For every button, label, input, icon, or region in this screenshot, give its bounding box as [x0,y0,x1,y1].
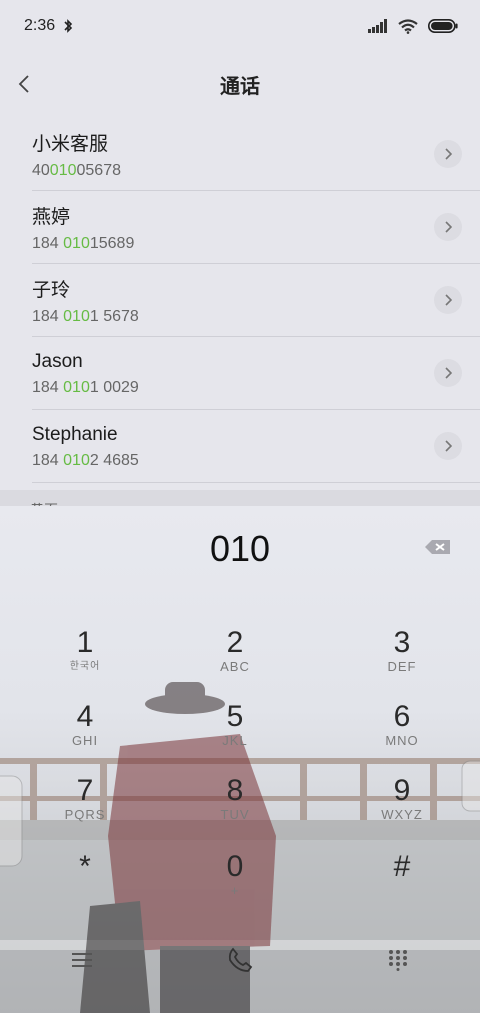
dial-input[interactable]: 010 [0,524,480,574]
contact-number: 184 0102 4685 [32,452,480,470]
key-0[interactable]: 0 + [175,850,295,912]
contact-item[interactable]: 小米客服 4001005678 [0,118,480,191]
key-4[interactable]: 4 GHI [25,700,145,762]
contact-item[interactable]: 子玲 184 0101 5678 [0,264,480,337]
key-digit: 1 [76,626,94,659]
key-8[interactable]: 8 TUV [175,774,295,836]
backspace-button[interactable] [424,536,454,558]
key-letters: 한국어 [69,661,101,672]
key-hash[interactable]: # [342,850,462,912]
keypad-icon [389,950,407,971]
signal-icon [368,19,387,33]
number-match: 010 [63,378,90,396]
key-digit: 9 [393,774,411,807]
contact-name: 小米客服 [32,134,109,155]
call-button[interactable] [220,940,260,980]
chevron-left-icon [18,75,29,93]
key-star[interactable]: * [25,850,145,912]
number-suffix: 15689 [89,235,135,252]
contact-number: 184 01015689 [32,235,480,253]
key-6[interactable]: 6 MNO [342,700,462,762]
dialer-panel: 010 1 한국어 2 ABC 3 DEF 4 GHI 5 JKL 6 MNO … [0,506,480,1013]
keypad-toggle-button[interactable] [378,940,418,980]
key-letters: PQRS [64,807,106,822]
contact-detail-button[interactable] [434,286,462,314]
key-letters: JKL [222,733,248,748]
status-right [368,18,458,34]
contact-number: 184 0101 0029 [32,379,480,397]
key-1[interactable]: 1 한국어 [25,626,145,688]
key-digit: 6 [393,700,411,733]
chevron-right-icon [445,294,452,306]
contact-name: 燕婷 [32,207,71,228]
key-digit: 0 [226,850,244,883]
contact-item[interactable]: Stephanie 184 0102 4685 [0,410,480,483]
contact-list: 小米客服 4001005678 燕婷 184 01015689 子玲 184 0… [0,118,480,483]
key-9[interactable]: 9 WXYZ [342,774,462,836]
number-suffix: 1 0029 [89,378,139,396]
number-suffix: 1 5678 [89,308,139,325]
key-digit: 7 [76,774,94,807]
contact-number: 4001005678 [32,162,480,180]
key-digit: 3 [393,626,411,659]
key-digit: * [79,850,91,883]
key-digit: 2 [226,626,244,659]
contact-detail-button[interactable] [434,213,462,241]
number-suffix: 05678 [76,162,122,179]
number-prefix: 40 [32,162,50,179]
contact-number: 184 0101 5678 [32,308,480,326]
wifi-icon [398,18,418,34]
number-prefix: 184 [32,308,64,325]
key-2[interactable]: 2 ABC [175,626,295,688]
battery-icon [428,19,458,33]
contact-detail-button[interactable] [434,432,462,460]
back-button[interactable] [8,68,40,100]
key-digit: # [393,850,411,883]
key-letters: MNO [385,733,419,748]
contact-item[interactable]: Jason 184 0101 0029 [0,337,480,410]
key-letters: ABC [220,659,250,674]
status-left: 2:36 [24,17,73,35]
number-prefix: 184 [32,235,64,252]
number-match: 010 [49,162,77,179]
key-digit: 8 [226,774,244,807]
bluetooth-icon [64,19,73,33]
number-match: 010 [63,235,90,252]
status-time: 2:36 [24,17,56,34]
number-match: 010 [63,451,90,469]
menu-button[interactable] [62,940,102,980]
menu-icon [72,953,92,967]
key-letters: DEF [387,659,417,674]
key-letters: TUV [220,807,250,822]
chevron-right-icon [445,440,452,452]
key-letters: WXYZ [381,807,423,822]
status-bar: 2:36 [0,0,480,52]
contact-name: Stephanie [32,423,118,445]
chevron-right-icon [445,367,452,379]
chevron-right-icon [445,148,452,160]
contact-item[interactable]: 燕婷 184 01015689 [0,191,480,264]
number-match: 010 [63,308,90,325]
header: 通话 [0,60,480,108]
key-7[interactable]: 7 PQRS [25,774,145,836]
page-title: 通话 [220,75,260,98]
number-prefix: 184 [32,378,64,396]
contact-name: Jason [32,350,83,372]
phone-icon [228,947,253,972]
key-digit: 4 [76,700,94,733]
key-letters: GHI [71,733,99,748]
number-suffix: 2 4685 [89,451,139,469]
backspace-icon [425,540,450,554]
contact-detail-button[interactable] [434,359,462,387]
key-5[interactable]: 5 JKL [175,700,295,762]
number-prefix: 184 [32,451,64,469]
key-letters: + [230,883,240,898]
key-3[interactable]: 3 DEF [342,626,462,688]
contact-name: 子玲 [32,280,71,301]
key-digit: 5 [226,700,244,733]
chevron-right-icon [445,221,452,233]
contact-detail-button[interactable] [434,140,462,168]
